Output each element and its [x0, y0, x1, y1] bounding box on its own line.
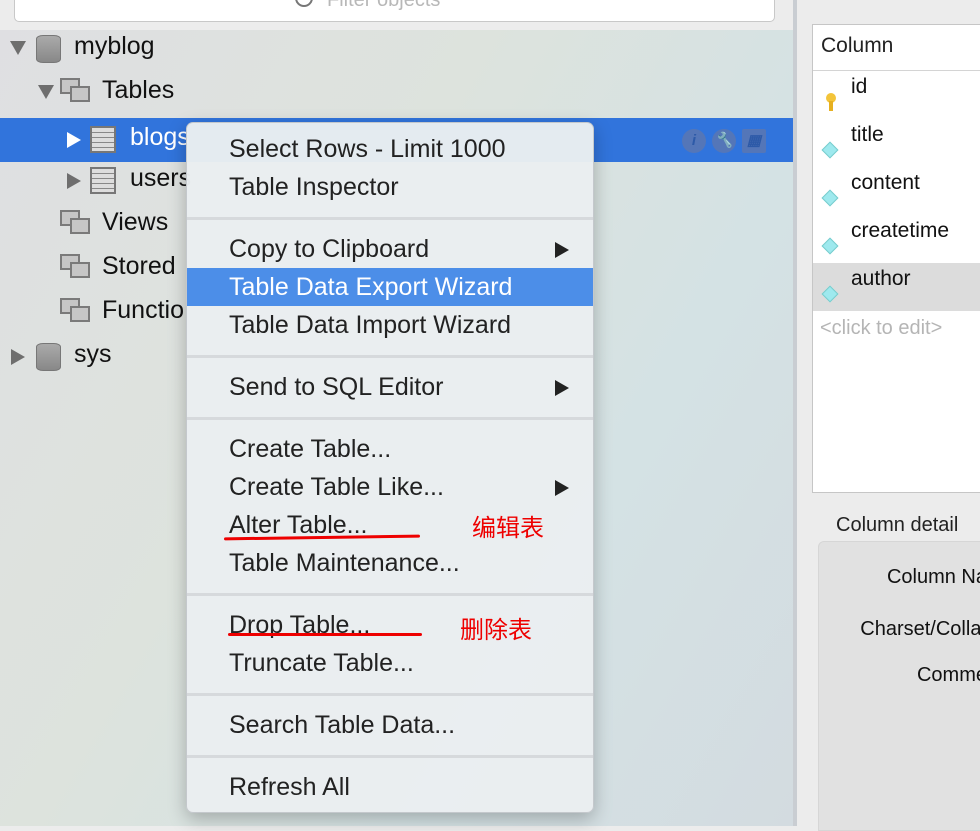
column-details-panel: Column Na Charset/Collat Comme	[818, 541, 980, 831]
table-icon	[90, 167, 116, 194]
column-diamond-icon	[821, 237, 839, 255]
menu-item-send-to-sql-editor[interactable]: Send to SQL Editor	[187, 368, 593, 406]
tree-label: users	[130, 164, 192, 192]
table-edit-icon[interactable]: ▦	[742, 129, 766, 153]
annotation-underline-drop	[228, 633, 422, 636]
column-row[interactable]: id	[813, 71, 980, 119]
menu-item-create-table-like[interactable]: Create Table Like...	[187, 468, 593, 506]
column-name: createtime	[851, 219, 950, 242]
expand-toggle-icon[interactable]	[38, 85, 54, 99]
menu-item-table-maintenance[interactable]: Table Maintenance...	[187, 544, 593, 582]
column-name: author	[851, 267, 911, 290]
expand-toggle-icon[interactable]	[67, 173, 81, 189]
procedures-group-icon	[60, 254, 92, 282]
column-header[interactable]: Column	[813, 25, 980, 71]
column-details-title: Column detail	[836, 514, 959, 536]
tree-label: Tables	[102, 76, 175, 104]
tree-label: myblog	[74, 32, 155, 60]
menu-item-copy-to-clipboard[interactable]: Copy to Clipboard	[187, 230, 593, 268]
submenu-arrow-icon	[555, 242, 569, 258]
column-diamond-icon	[821, 141, 839, 159]
views-group-icon	[60, 210, 92, 238]
tree-label: Functio	[102, 296, 184, 324]
menu-label: Create Table Like...	[229, 473, 444, 501]
menu-item-import-wizard[interactable]: Table Data Import Wizard	[187, 306, 593, 344]
wrench-icon[interactable]: 🔧	[712, 129, 736, 153]
functions-group-icon	[60, 298, 92, 326]
menu-separator	[187, 593, 593, 596]
context-menu: Select Rows - Limit 1000 Table Inspector…	[186, 122, 594, 813]
add-column-placeholder[interactable]: <click to edit>	[813, 311, 980, 346]
annotation-alter-note: 编辑表	[472, 515, 544, 542]
column-row[interactable]: createtime	[813, 215, 980, 263]
tree-label: Stored	[102, 252, 176, 280]
submenu-arrow-icon	[555, 480, 569, 496]
menu-separator	[187, 417, 593, 420]
info-icon[interactable]: i	[682, 129, 706, 153]
search-icon	[295, 0, 313, 7]
column-name: id	[851, 75, 868, 98]
column-name: content	[851, 171, 920, 194]
column-name-label: Column Na	[886, 566, 980, 588]
tree-item-tables[interactable]: Tables	[0, 71, 793, 115]
menu-item-select-rows[interactable]: Select Rows - Limit 1000	[187, 130, 593, 168]
column-name: title	[851, 123, 884, 146]
tree-label: Views	[102, 208, 169, 236]
database-icon	[36, 343, 61, 371]
column-row[interactable]: author	[813, 263, 980, 311]
expand-toggle-icon[interactable]	[10, 41, 26, 55]
charset-label: Charset/Collat	[860, 618, 980, 640]
tables-group-icon	[60, 78, 92, 106]
menu-separator	[187, 217, 593, 220]
filter-bar: Filter objects	[0, 0, 793, 30]
database-icon	[36, 35, 61, 63]
comments-label: Comme	[916, 664, 980, 686]
column-row[interactable]: content	[813, 167, 980, 215]
table-icon	[90, 126, 116, 153]
menu-separator	[187, 355, 593, 358]
panel-splitter[interactable]	[793, 0, 797, 826]
annotation-drop-note: 删除表	[460, 617, 532, 644]
expand-toggle-icon[interactable]	[67, 132, 81, 148]
row-actions: i 🔧 ▦	[682, 129, 766, 153]
menu-item-refresh-all[interactable]: Refresh All	[187, 768, 593, 806]
primary-key-icon	[826, 93, 836, 111]
menu-item-drop-table[interactable]: Drop Table...	[187, 606, 593, 644]
expand-toggle-icon[interactable]	[11, 349, 25, 365]
menu-item-create-table[interactable]: Create Table...	[187, 430, 593, 468]
tree-item-myblog[interactable]: myblog	[0, 27, 793, 71]
menu-item-export-wizard[interactable]: Table Data Export Wizard	[187, 268, 593, 306]
menu-item-table-inspector[interactable]: Table Inspector	[187, 168, 593, 206]
menu-separator	[187, 755, 593, 758]
submenu-arrow-icon	[555, 380, 569, 396]
menu-item-search-table-data[interactable]: Search Table Data...	[187, 706, 593, 744]
column-diamond-icon	[821, 285, 839, 303]
filter-placeholder: Filter objects	[327, 0, 441, 11]
columns-table: Column id title content createtime autho…	[812, 24, 980, 493]
menu-label: Copy to Clipboard	[229, 235, 430, 263]
filter-input[interactable]: Filter objects	[14, 0, 775, 22]
column-row[interactable]: title	[813, 119, 980, 167]
tree-label: blogs	[130, 123, 190, 151]
column-diamond-icon	[821, 189, 839, 207]
tree-label: sys	[74, 340, 112, 368]
menu-item-truncate-table[interactable]: Truncate Table...	[187, 644, 593, 682]
menu-label: Send to SQL Editor	[229, 373, 444, 401]
menu-separator	[187, 693, 593, 696]
